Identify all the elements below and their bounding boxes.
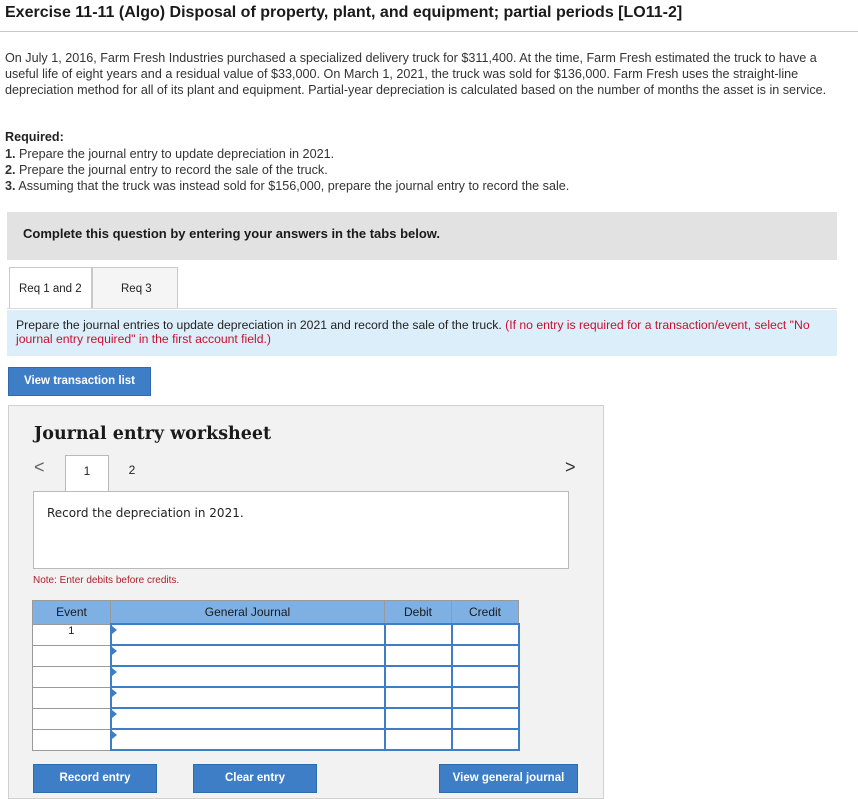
instructions-banner: Complete this question by entering your … bbox=[7, 212, 837, 260]
debit-field[interactable] bbox=[383, 728, 453, 751]
requirement-1: 1. Prepare the journal entry to update d… bbox=[5, 147, 335, 161]
account-field[interactable] bbox=[109, 728, 386, 751]
debit-field[interactable] bbox=[383, 644, 453, 667]
instruction-main: Prepare the journal entries to update de… bbox=[16, 318, 502, 332]
title-divider bbox=[0, 31, 858, 32]
dropdown-marker-icon bbox=[111, 647, 117, 655]
event-cell bbox=[32, 707, 111, 730]
debit-field[interactable] bbox=[383, 623, 453, 646]
event-cell bbox=[32, 728, 111, 751]
page-title: Exercise 11-11 (Algo) Disposal of proper… bbox=[5, 4, 683, 21]
dropdown-marker-icon bbox=[111, 710, 117, 718]
dropdown-marker-icon bbox=[111, 689, 117, 697]
credit-field[interactable] bbox=[450, 686, 520, 709]
worksheet-page-2[interactable]: 2 bbox=[110, 455, 154, 485]
requirement-2: 2. Prepare the journal entry to record t… bbox=[5, 163, 328, 177]
credit-field[interactable] bbox=[450, 644, 520, 667]
instruction-box: Prepare the journal entries to update de… bbox=[7, 310, 837, 356]
account-field[interactable] bbox=[109, 665, 386, 688]
dropdown-marker-icon bbox=[111, 668, 117, 676]
chevron-right-icon[interactable]: > bbox=[565, 457, 577, 477]
clear-entry-button[interactable]: Clear entry bbox=[193, 764, 317, 793]
event-cell bbox=[32, 644, 111, 667]
credit-field[interactable] bbox=[450, 665, 520, 688]
account-field[interactable] bbox=[109, 707, 386, 730]
event-cell bbox=[32, 686, 111, 709]
account-field[interactable] bbox=[109, 623, 386, 646]
credit-field[interactable] bbox=[450, 623, 520, 646]
view-general-journal-button[interactable]: View general journal bbox=[439, 764, 578, 793]
required-label: Required: bbox=[5, 130, 64, 144]
requirement-3: 3. Assuming that the truck was instead s… bbox=[5, 179, 570, 193]
record-prompt-box: Record the depreciation in 2021. bbox=[33, 491, 569, 569]
worksheet-title: Journal entry worksheet bbox=[34, 424, 272, 444]
header-general-journal: General Journal bbox=[110, 600, 385, 625]
account-field[interactable] bbox=[109, 686, 386, 709]
dropdown-marker-icon bbox=[111, 731, 117, 739]
tab-divider bbox=[7, 308, 837, 309]
journal-header-row: Event General Journal Debit Credit bbox=[32, 600, 519, 625]
tab-req-1-and-2[interactable]: Req 1 and 2 bbox=[9, 267, 92, 309]
table-row: 1 bbox=[32, 623, 520, 646]
tab-req-3[interactable]: Req 3 bbox=[92, 267, 178, 309]
event-cell: 1 bbox=[32, 623, 111, 646]
table-row bbox=[32, 686, 520, 709]
account-field[interactable] bbox=[109, 644, 386, 667]
record-prompt: Record the depreciation in 2021. bbox=[47, 506, 244, 520]
header-credit: Credit bbox=[451, 600, 519, 625]
table-row bbox=[32, 707, 520, 730]
problem-text: On July 1, 2016, Farm Fresh Industries p… bbox=[5, 51, 827, 97]
worksheet-page-1[interactable]: 1 bbox=[65, 455, 109, 491]
tab-label: Req 1 and 2 bbox=[19, 283, 82, 295]
journal-table: Event General Journal Debit Credit 1 bbox=[32, 600, 520, 751]
table-row bbox=[32, 665, 520, 688]
requirements-list: 1. Prepare the journal entry to update d… bbox=[5, 146, 569, 194]
record-entry-button[interactable]: Record entry bbox=[33, 764, 157, 793]
debit-field[interactable] bbox=[383, 665, 453, 688]
debit-field[interactable] bbox=[383, 686, 453, 709]
debit-field[interactable] bbox=[383, 707, 453, 730]
header-event: Event bbox=[32, 600, 111, 625]
credit-field[interactable] bbox=[450, 707, 520, 730]
event-cell bbox=[32, 665, 111, 688]
chevron-left-icon[interactable]: < bbox=[34, 457, 46, 477]
header-debit: Debit bbox=[384, 600, 452, 625]
dropdown-marker-icon bbox=[111, 626, 117, 634]
credit-field[interactable] bbox=[450, 728, 520, 751]
view-transaction-list-button[interactable]: View transaction list bbox=[8, 367, 151, 396]
tab-label: Req 3 bbox=[121, 283, 152, 295]
banner-text: Complete this question by entering your … bbox=[23, 226, 441, 241]
table-row bbox=[32, 728, 520, 751]
table-row bbox=[32, 644, 520, 667]
debits-credits-note: Note: Enter debits before credits. bbox=[33, 575, 180, 586]
